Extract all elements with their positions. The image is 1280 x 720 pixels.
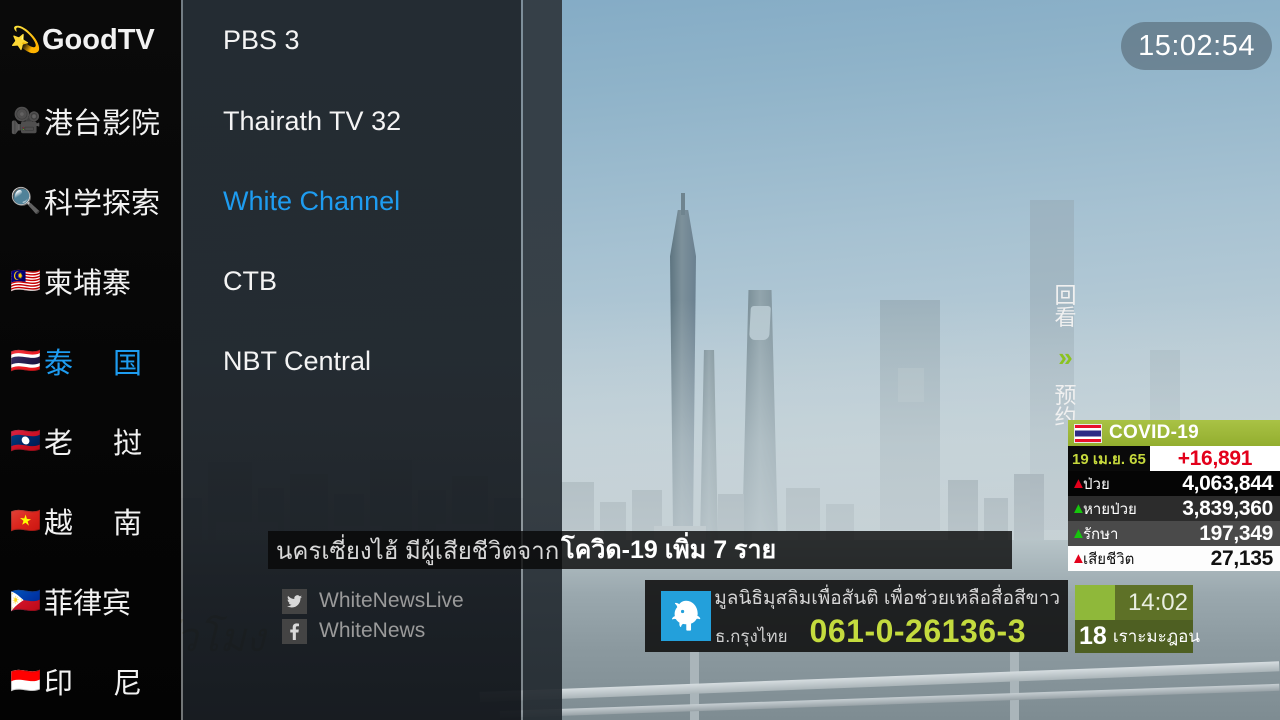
sidebar-item-laos[interactable]: 🇱🇦 老 挝 [0,401,181,481]
channel-item-label: Thairath TV 32 [223,105,402,136]
bridge-pier [1010,650,1019,720]
covid-row-value: 197,349 [1199,521,1273,545]
program-number: 18 [1079,622,1107,650]
sidebar-item-cambodia[interactable]: 🇲🇾 柬埔寨 [0,241,181,321]
bank-name: ธ.กรุงไทย [715,626,788,646]
donation-title: มูลนิธิมุสลิมเพื่อสันติ เพื่อช่วยเหลือสื… [714,587,1060,609]
covid-stats-box: COVID-19 19 เม.ย. 65 +16,891 ▲ ป่วย 4,06… [1068,420,1280,571]
covid-title: COVID-19 [1109,422,1200,443]
channel-item-thairath-tv-32[interactable]: Thairath TV 32 [223,81,513,161]
flag-vietnam-icon: 🇻🇳 [10,506,42,535]
sidebar-item-label: 柬埔寨 [44,268,132,300]
news-ticker-text: นครเซี่ยงไฮ้ มีผู้เสียชีวิตจาก [276,537,560,565]
sidebar-item-science-discovery[interactable]: 🔍 科学探索 [0,161,181,241]
covid-row-label: รักษา [1083,525,1119,543]
covid-row-label: ป่วย [1083,475,1110,493]
magnifier-icon: 🔍 [10,186,42,215]
tv-screen: ต้นชั่วโมง 💫 GoodTV 🎥 港台影院 🔍 科学探索 🇲🇾 柬埔寨… [0,0,1280,720]
replay-button[interactable]: 回 看 [1047,283,1084,331]
covid-row-recovered: ▲ หายป่วย 3,839,360 [1068,496,1280,521]
flag-thailand-icon [1074,423,1102,443]
category-sidebar[interactable]: 💫 GoodTV 🎥 港台影院 🔍 科学探索 🇲🇾 柬埔寨 🇹🇭 泰 国 🇱🇦 … [0,0,181,720]
covid-row-label: หายป่วย [1083,500,1137,518]
channel-item-pbs3[interactable]: PBS 3 [223,0,513,80]
movie-camera-icon: 🎥 [10,106,42,135]
covid-row-deaths: ▲ เสียชีวิต 27,135 [1068,546,1280,571]
channel-item-label: NBT Central [223,345,372,376]
covid-new-cases: +16,891 [1149,446,1280,471]
sidebar-item-label: GoodTV [42,23,155,56]
program-info: 18 เราะมะฎอน [1075,620,1200,653]
covid-row-value: 4,063,844 [1182,471,1273,495]
twitter-icon [282,588,307,614]
replay-label-char-1: 回 [1054,283,1077,308]
flag-malaysia-icon: 🇲🇾 [10,266,42,295]
sidebar-item-label: 泰 国 [44,348,159,380]
arrow-up-icon: ▲ [1071,550,1086,567]
sidebar-item-vietnam[interactable]: 🇻🇳 越 南 [0,481,181,561]
program-name: เราะมะฎอน [1112,627,1201,646]
program-progress-panel: 14:02 18 เราะมะฎอน [1075,585,1200,653]
channel-item-ctb[interactable]: CTB [223,241,513,321]
twitter-handle: WhiteNewsLive [319,589,464,612]
facebook-handle: WhiteNews [319,619,426,642]
channel-item-label: CTB [223,265,277,296]
flag-philippines-icon: 🇵🇭 [10,586,42,615]
news-ticker: นครเซี่ยงไฮ้ มีผู้เสียชีวิตจาก โควิด-19 … [268,531,1012,569]
chevron-right-icon[interactable]: » [1047,344,1084,370]
comet-icon: 💫 [10,25,42,54]
sidebar-item-indonesia[interactable]: 🇮🇩 印 尼 [0,641,181,720]
krungthai-bank-logo [661,591,711,641]
flag-thailand-icon: 🇹🇭 [10,346,42,375]
channel-item-white-channel[interactable]: White Channel [223,161,513,241]
channel-item-nbt-central[interactable]: NBT Central [223,321,513,401]
arrow-up-icon: ▲ [1071,525,1086,542]
covid-row-value: 27,135 [1210,546,1274,570]
program-progress-fill [1075,585,1116,620]
social-handles: WhiteNewsLive WhiteNews [282,586,582,646]
donation-account-row: ธ.กรุงไทย 061-0-26136-3 [711,613,1060,650]
covid-row-cases: ▲ ป่วย 4,063,844 [1068,471,1280,496]
covid-row-value: 3,839,360 [1182,496,1273,520]
sidebar-item-label: 菲律宾 [44,588,132,620]
facebook-icon [282,618,307,644]
flag-indonesia-icon: 🇮🇩 [10,666,42,695]
sidebar-item-label: 越 南 [44,508,159,540]
clock-badge: 15:02:54 [1121,22,1272,70]
replay-label-char-2: 看 [1054,305,1077,331]
bank-account-number: 061-0-26136-3 [809,612,1026,649]
program-time: 14:02 [1127,588,1188,616]
sidebar-item-hk-tw-cinema[interactable]: 🎥 港台影院 [0,81,181,161]
sidebar-item-goodtv[interactable]: 💫 GoodTV [0,0,181,80]
shanghai-tower-spire [681,193,685,215]
sidebar-item-label: 科学探索 [44,188,161,220]
covid-row-treating: ▲ รักษา 197,349 [1068,521,1280,546]
arrow-up-icon: ▲ [1071,475,1086,492]
donation-text-block: มูลนิธิมุสลิมเพื่อสันติ เพื่อช่วยเหลือสื… [711,583,1060,650]
donation-bank-panel: มูลนิธิมุสลิมเพื่อสันติ เพื่อช่วยเหลือสื… [645,580,1068,652]
covid-header: COVID-19 [1068,420,1280,446]
reserve-label-char-1: 预 [1054,383,1077,408]
news-ticker-highlight: โควิด-19 เพิ่ม 7 ราย [561,536,777,564]
program-progress-bar: 14:02 [1075,585,1193,620]
sidebar-item-philippines[interactable]: 🇵🇭 菲律宾 [0,561,181,641]
covid-date-row: 19 เม.ย. 65 +16,891 [1068,446,1280,471]
sidebar-item-label: 港台影院 [44,108,161,140]
social-row-twitter[interactable]: WhiteNewsLive [282,586,582,616]
flag-laos-icon: 🇱🇦 [10,426,42,455]
covid-date: 19 เม.ย. 65 [1068,446,1150,471]
sidebar-item-label: 印 尼 [44,668,159,700]
covid-row-label: เสียชีวิต [1083,550,1135,568]
channel-item-label: PBS 3 [223,24,300,55]
channel-item-label: White Channel [223,185,401,216]
social-row-facebook[interactable]: WhiteNews [282,616,582,646]
arrow-up-icon: ▲ [1071,500,1086,517]
sidebar-item-thailand[interactable]: 🇹🇭 泰 国 [0,321,181,401]
sidebar-item-label: 老 挝 [44,428,159,460]
